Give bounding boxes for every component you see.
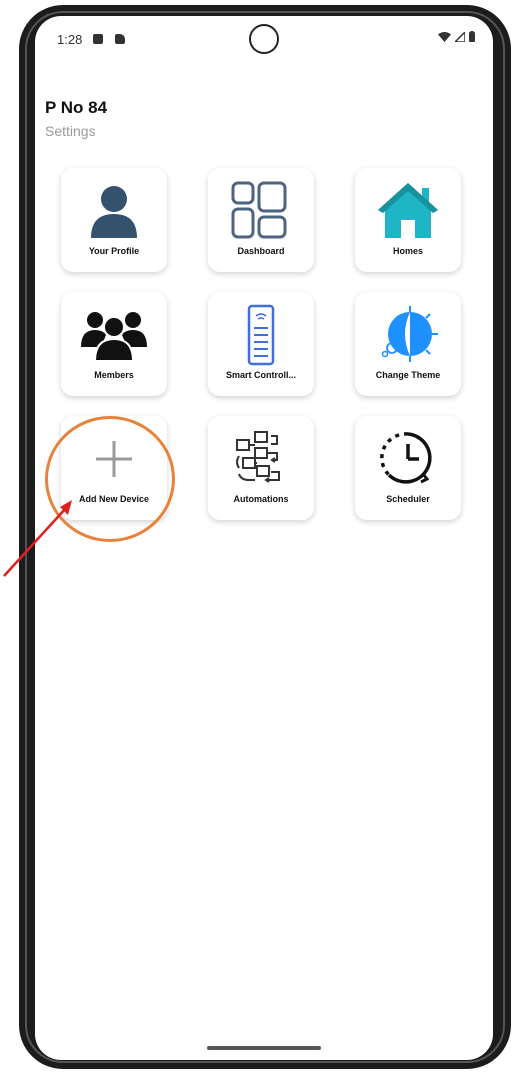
sim-icon: [115, 34, 125, 44]
tile-label: Members: [94, 370, 134, 380]
dashboard-icon: [231, 181, 287, 239]
page-title: P No 84: [45, 98, 108, 117]
tile-dashboard[interactable]: Dashboard: [208, 168, 314, 272]
page-subtitle: Settings: [45, 123, 96, 139]
tile-label: Homes: [392, 246, 423, 256]
status-bar: 1:28: [35, 16, 493, 62]
tile-homes[interactable]: Homes: [355, 168, 461, 272]
tile-your-profile[interactable]: Your Profile: [61, 168, 167, 272]
tile-change-theme[interactable]: Change Theme: [355, 292, 461, 396]
automations-icon: [236, 431, 280, 483]
tile-automations[interactable]: Automations: [208, 416, 314, 520]
members-icon: [81, 312, 147, 362]
profile-icon: [91, 186, 137, 238]
smart-controller-icon: [247, 304, 275, 366]
signal-icon: [455, 31, 465, 42]
pointer-arrow-icon: [3, 500, 72, 577]
battery-icon: [469, 31, 475, 42]
tile-label: Change Theme: [375, 370, 441, 380]
home-icon: [378, 183, 438, 238]
tile-label: Automations: [233, 494, 289, 504]
tile-label: Dashboard: [237, 246, 285, 256]
status-time: 1:28: [57, 32, 83, 47]
home-indicator[interactable]: [207, 1046, 321, 1050]
theme-icon: [381, 306, 438, 362]
status-icons: [438, 31, 475, 42]
scheduler-icon: [380, 432, 432, 484]
camera-cutout: [249, 24, 279, 54]
notification-icon: [93, 34, 103, 44]
wifi-icon: [438, 31, 451, 42]
tile-members[interactable]: Members: [61, 292, 167, 396]
tile-label: Scheduler: [386, 494, 430, 504]
tile-scheduler[interactable]: Scheduler: [355, 416, 461, 520]
tile-label: Smart Controll...: [225, 370, 296, 380]
tile-label: Your Profile: [88, 246, 140, 256]
tile-smart-controller[interactable]: Smart Controll...: [208, 292, 314, 396]
